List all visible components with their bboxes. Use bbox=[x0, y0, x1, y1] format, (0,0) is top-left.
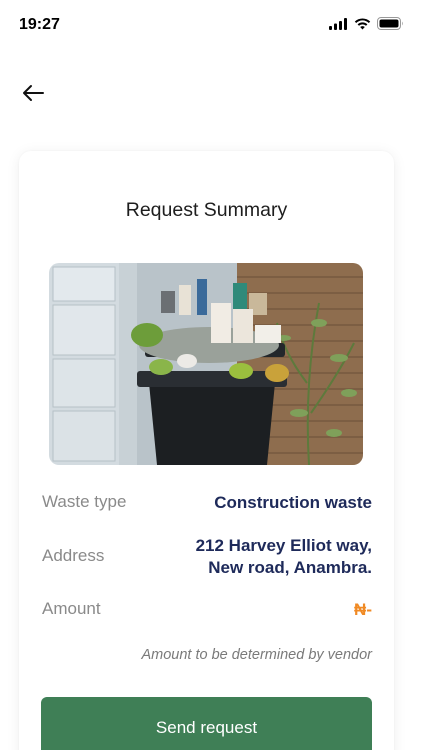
address-label: Address bbox=[42, 546, 105, 565]
amount-value: ₦- bbox=[354, 600, 372, 619]
battery-icon bbox=[377, 17, 403, 30]
status-bar: 19:27 bbox=[0, 0, 422, 52]
status-time: 19:27 bbox=[19, 16, 60, 33]
page-title: Request Summary bbox=[125, 199, 288, 221]
address-line-2: New road, Anambra. bbox=[208, 558, 372, 577]
arrow-left-icon bbox=[23, 85, 44, 101]
amount-note: Amount to be determined by vendor bbox=[141, 647, 372, 663]
waste-bin-image bbox=[49, 263, 363, 465]
waste-bin-photo bbox=[49, 263, 363, 465]
status-icons bbox=[329, 17, 404, 30]
send-request-button[interactable]: Send request bbox=[41, 697, 372, 750]
waste-type-value: Construction waste bbox=[214, 493, 372, 512]
waste-type-label: Waste type bbox=[42, 492, 127, 511]
signal-icon bbox=[329, 17, 347, 30]
wifi-icon bbox=[354, 17, 371, 29]
request-summary-card: Request Summary Waste type Construction … bbox=[19, 151, 394, 750]
amount-label: Amount bbox=[42, 599, 101, 618]
address-value: 212 Harvey Elliot way, New road, Anambra… bbox=[196, 535, 372, 579]
address-line-1: 212 Harvey Elliot way, bbox=[195, 536, 372, 555]
back-button[interactable] bbox=[18, 78, 48, 108]
